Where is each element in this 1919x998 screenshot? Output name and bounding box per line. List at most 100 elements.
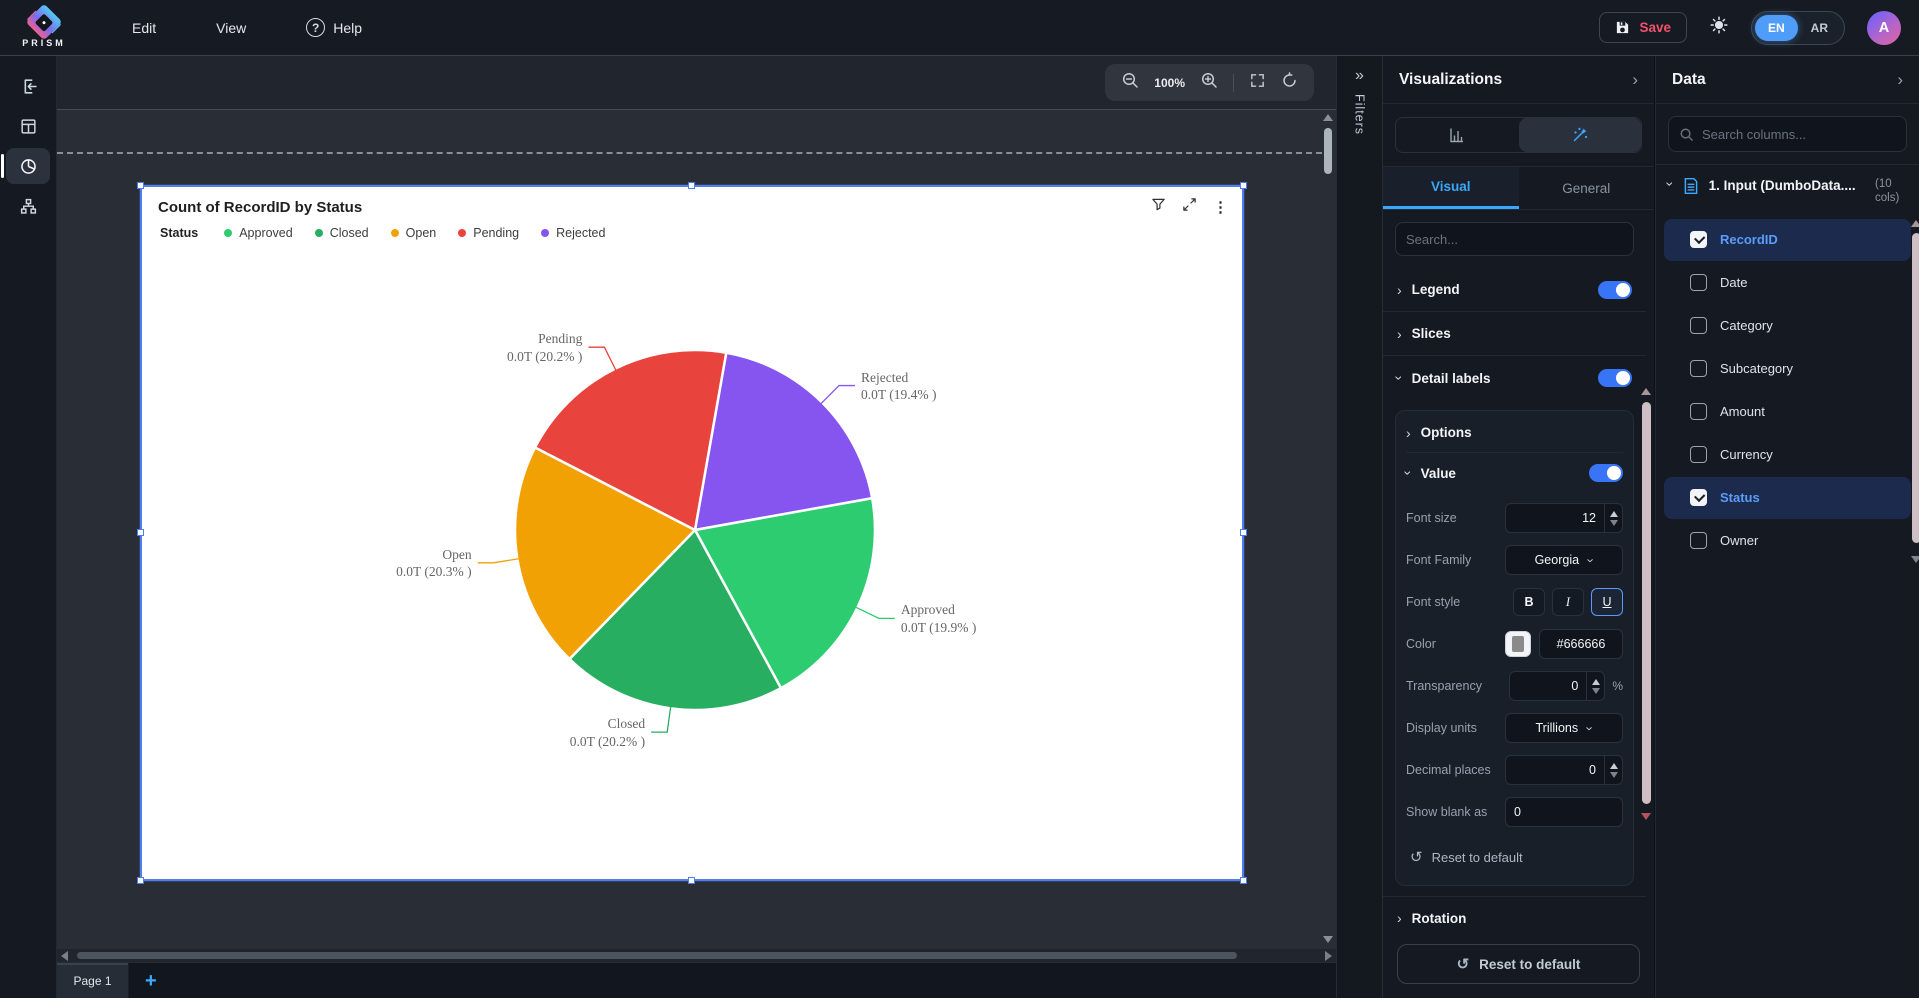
format-visual-tab[interactable] — [1519, 118, 1642, 152]
dataset-tree-item[interactable]: › 1. Input (DumboData.... (10 cols) — [1656, 165, 1919, 216]
increment-icon[interactable] — [1610, 511, 1618, 517]
field-checkbox[interactable] — [1690, 231, 1707, 248]
field-checkbox[interactable] — [1690, 446, 1707, 463]
pie-chart-view-icon[interactable] — [6, 148, 50, 184]
resize-handle[interactable] — [137, 182, 144, 189]
page-tab-1[interactable]: Page 1 — [57, 963, 129, 998]
decimal-places-input[interactable] — [1506, 756, 1604, 784]
field-checkbox[interactable] — [1690, 317, 1707, 334]
field-row-currency[interactable]: Currency — [1664, 434, 1911, 476]
data-panel-scrollbar[interactable] — [1911, 220, 1919, 570]
columns-search-input[interactable] — [1702, 127, 1896, 142]
detail-labels-toggle[interactable] — [1598, 369, 1632, 387]
build-visual-tab[interactable] — [1396, 118, 1519, 152]
legend-toggle[interactable] — [1598, 281, 1632, 299]
menu-edit[interactable]: Edit — [116, 12, 172, 44]
italic-button[interactable]: I — [1552, 588, 1584, 616]
scroll-thumb[interactable] — [77, 952, 1237, 959]
color-hex-input[interactable] — [1539, 629, 1623, 659]
show-blank-input[interactable] — [1506, 798, 1622, 826]
font-size-input[interactable] — [1506, 504, 1604, 532]
field-checkbox[interactable] — [1690, 360, 1707, 377]
filters-rail-label[interactable]: Filters — [1353, 94, 1367, 135]
canvas-horizontal-scrollbar[interactable] — [57, 949, 1336, 962]
collapse-panel-icon[interactable]: › — [1897, 71, 1903, 88]
transparency-input[interactable] — [1510, 672, 1586, 700]
viz-search-input[interactable] — [1406, 232, 1623, 247]
more-options-icon[interactable]: ⋮ — [1213, 200, 1228, 215]
report-canvas[interactable]: ⋮ Count of RecordID by Status Status App… — [57, 110, 1336, 949]
field-row-recordid[interactable]: RecordID — [1664, 219, 1911, 261]
menu-view[interactable]: View — [200, 12, 262, 44]
underline-button[interactable]: U — [1591, 588, 1623, 616]
field-row-date[interactable]: Date — [1664, 262, 1911, 304]
section-legend[interactable]: › Legend — [1383, 268, 1646, 312]
field-row-category[interactable]: Category — [1664, 305, 1911, 347]
lang-ar-button[interactable]: AR — [1798, 15, 1841, 41]
fit-to-screen-icon[interactable] — [1249, 72, 1266, 94]
increment-icon[interactable] — [1610, 763, 1618, 769]
resize-handle[interactable] — [688, 877, 695, 884]
increment-icon[interactable] — [1592, 679, 1600, 685]
avatar[interactable]: A — [1867, 11, 1901, 45]
resize-handle[interactable] — [137, 877, 144, 884]
section-detail-labels[interactable]: › Detail labels — [1383, 356, 1646, 400]
collapse-exit-icon[interactable] — [6, 68, 50, 104]
tab-general[interactable]: General — [1519, 167, 1655, 209]
scroll-down-arrow[interactable] — [1323, 936, 1333, 943]
scroll-thumb[interactable] — [1912, 233, 1919, 543]
reset-to-default-link[interactable]: ↺ Reset to default — [1406, 837, 1623, 877]
resize-handle[interactable] — [688, 182, 695, 189]
scroll-thumb[interactable] — [1642, 402, 1651, 804]
legend-item-rejected[interactable]: Rejected — [541, 226, 605, 240]
value-toggle[interactable] — [1589, 464, 1623, 482]
scroll-up-arrow[interactable] — [1911, 220, 1919, 227]
zoom-out-icon[interactable] — [1121, 71, 1139, 94]
resize-handle[interactable] — [1240, 877, 1247, 884]
canvas-vertical-scrollbar[interactable] — [1322, 114, 1334, 943]
section-rotation[interactable]: › Rotation — [1383, 896, 1646, 930]
zoom-in-icon[interactable] — [1200, 71, 1218, 94]
pie-chart-visual[interactable]: ⋮ Count of RecordID by Status Status App… — [140, 185, 1244, 881]
scroll-up-arrow[interactable] — [1323, 114, 1333, 121]
display-units-select[interactable]: Trillions › — [1505, 713, 1623, 743]
collapse-panel-icon[interactable]: › — [1632, 71, 1638, 88]
legend-item-approved[interactable]: Approved — [224, 226, 293, 240]
legend-item-open[interactable]: Open — [391, 226, 437, 240]
scroll-left-arrow[interactable] — [61, 951, 68, 961]
section-value[interactable]: › Value — [1406, 453, 1623, 493]
legend-item-closed[interactable]: Closed — [315, 226, 369, 240]
field-checkbox[interactable] — [1690, 274, 1707, 291]
layout-view-icon[interactable] — [6, 108, 50, 144]
field-checkbox[interactable] — [1690, 532, 1707, 549]
scroll-up-arrow[interactable] — [1641, 388, 1651, 395]
field-row-owner[interactable]: Owner — [1664, 520, 1911, 562]
flow-diagram-view-icon[interactable] — [6, 188, 50, 224]
section-options[interactable]: › Options — [1406, 413, 1623, 453]
field-checkbox[interactable] — [1690, 489, 1707, 506]
section-slices[interactable]: › Slices — [1383, 312, 1646, 356]
legend-item-pending[interactable]: Pending — [458, 226, 519, 240]
reset-view-icon[interactable] — [1281, 72, 1298, 94]
font-family-select[interactable]: Georgia › — [1505, 545, 1623, 575]
scroll-down-arrow[interactable] — [1641, 813, 1651, 820]
filter-funnel-icon[interactable] — [1151, 197, 1166, 217]
decrement-icon[interactable] — [1610, 772, 1618, 778]
decrement-icon[interactable] — [1610, 520, 1618, 526]
add-page-button[interactable]: + — [145, 971, 157, 991]
field-row-amount[interactable]: Amount — [1664, 391, 1911, 433]
scroll-right-arrow[interactable] — [1325, 951, 1332, 961]
lang-en-button[interactable]: EN — [1755, 15, 1798, 41]
tab-visual[interactable]: Visual — [1383, 167, 1519, 209]
scroll-thumb[interactable] — [1324, 128, 1332, 174]
expand-filters-icon[interactable]: » — [1355, 68, 1364, 84]
field-row-subcategory[interactable]: Subcategory — [1664, 348, 1911, 390]
field-checkbox[interactable] — [1690, 403, 1707, 420]
resize-handle[interactable] — [1240, 182, 1247, 189]
reset-to-default-button[interactable]: ↺ Reset to default — [1397, 944, 1640, 984]
color-swatch[interactable] — [1505, 631, 1531, 657]
save-button[interactable]: Save — [1599, 12, 1687, 43]
focus-mode-icon[interactable] — [1182, 197, 1197, 217]
menu-help[interactable]: ? Help — [290, 10, 378, 45]
scroll-down-arrow[interactable] — [1911, 556, 1919, 563]
